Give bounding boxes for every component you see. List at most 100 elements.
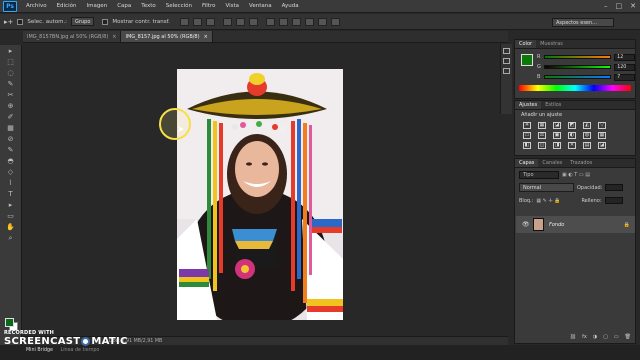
tab-timeline[interactable]: Línea de tiempo: [61, 348, 100, 353]
align-left-icon[interactable]: [222, 17, 232, 26]
tab-muestras[interactable]: Muestras: [536, 40, 567, 48]
document-image[interactable]: [177, 69, 343, 320]
distribute-top-icon[interactable]: [265, 17, 275, 26]
history-brush-tool-icon[interactable]: ✎: [4, 146, 18, 155]
menu-seleccion[interactable]: Selección: [161, 3, 197, 9]
selective-color-icon[interactable]: ✕: [568, 142, 576, 149]
new-layer-icon[interactable]: ▭: [614, 334, 619, 342]
distribute-middle-icon[interactable]: [278, 17, 288, 26]
hue-saturation-icon[interactable]: ▭: [523, 132, 531, 139]
move-tool-icon[interactable]: ▸+: [4, 18, 13, 26]
tab-close-icon[interactable]: ×: [112, 34, 116, 40]
marquee-tool-icon[interactable]: ⬚: [4, 58, 18, 67]
healing-tool-icon[interactable]: ✐: [4, 113, 18, 122]
color-balance-icon[interactable]: ⚖: [538, 132, 546, 139]
auto-select-checkbox[interactable]: [17, 18, 24, 25]
posterize-icon[interactable]: ◫: [538, 142, 546, 149]
dodge-tool-icon[interactable]: ⌇: [4, 179, 18, 188]
workspace-dropdown[interactable]: Aspectos esen...: [552, 18, 614, 27]
crop-tool-icon[interactable]: ✂: [4, 91, 18, 100]
shape-tool-icon[interactable]: ▭: [4, 212, 18, 221]
threshold-icon[interactable]: ◨: [553, 142, 561, 149]
color-lookup-icon[interactable]: ▦: [598, 132, 606, 139]
character-icon[interactable]: [503, 68, 510, 74]
adjustment-layer-icon[interactable]: ◑: [593, 334, 597, 342]
channel-mixer-icon[interactable]: ◍: [583, 132, 591, 139]
filter-type-dropdown[interactable]: Tipo: [519, 171, 559, 179]
zoom-tool-icon[interactable]: ⌕: [4, 234, 18, 243]
align-center-icon[interactable]: [235, 17, 245, 26]
tab-canales[interactable]: Canales: [538, 159, 566, 167]
tab-capas[interactable]: Capas: [515, 159, 539, 167]
align-middle-icon[interactable]: [192, 17, 202, 26]
type-tool-icon[interactable]: T: [4, 190, 18, 199]
align-top-icon[interactable]: [179, 17, 189, 26]
quick-select-tool-icon[interactable]: ✎: [4, 80, 18, 89]
exposure-icon[interactable]: ◩: [568, 122, 576, 129]
blue-value[interactable]: 7: [614, 73, 635, 81]
gradient-tool-icon[interactable]: ◇: [4, 168, 18, 177]
new-group-icon[interactable]: ▢: [603, 334, 608, 342]
align-right-icon[interactable]: [248, 17, 258, 26]
brush-tool-icon[interactable]: ▦: [4, 124, 18, 133]
gradient-map-icon[interactable]: ▽: [598, 122, 606, 129]
auto-select-dropdown[interactable]: Grupo: [71, 17, 95, 26]
tab-estilos[interactable]: Estilos: [541, 101, 565, 109]
green-slider[interactable]: [543, 65, 612, 69]
menu-capa[interactable]: Capa: [112, 3, 136, 9]
red-slider[interactable]: [543, 55, 612, 59]
filter-icons[interactable]: ▣ ◐ T ▭ ▤: [562, 172, 590, 178]
fg-bg-swatches[interactable]: [521, 54, 533, 66]
layer-row-fondo[interactable]: 👁 Fondo 🔒: [516, 216, 635, 233]
vibrance-icon[interactable]: ◭: [583, 122, 591, 129]
link-layers-icon[interactable]: ⛓: [570, 334, 576, 342]
photo-filter-icon[interactable]: ◐: [568, 132, 576, 139]
tab-ajustes[interactable]: Ajustes: [515, 101, 542, 109]
eraser-tool-icon[interactable]: ◓: [4, 157, 18, 166]
menu-edicion[interactable]: Edición: [52, 3, 82, 9]
distribute-center-icon[interactable]: [317, 17, 327, 26]
curves-icon[interactable]: ◪: [553, 122, 561, 129]
opacity-field[interactable]: [605, 184, 624, 191]
clone-stamp-tool-icon[interactable]: ⊘: [4, 135, 18, 144]
levels-icon[interactable]: ▦: [538, 122, 546, 129]
tab-mini-bridge[interactable]: Mini Bridge: [26, 348, 53, 353]
distribute-bottom-icon[interactable]: [291, 17, 301, 26]
menu-ayuda[interactable]: Ayuda: [277, 3, 304, 9]
fill-field[interactable]: [604, 197, 623, 204]
red-value[interactable]: 12: [614, 53, 635, 61]
blend-mode-dropdown[interactable]: Normal: [519, 183, 574, 192]
shadows-icon[interactable]: ◪: [598, 142, 606, 149]
lasso-tool-icon[interactable]: ◌: [4, 69, 18, 78]
hand-tool-icon[interactable]: ✋: [4, 223, 18, 232]
color-spectrum[interactable]: [519, 85, 631, 91]
distribute-left-icon[interactable]: [304, 17, 314, 26]
tab-img-8157bn[interactable]: IMG_8157BN.jpg al 50% (RGB/8) ×: [23, 31, 122, 42]
menu-archivo[interactable]: Archivo: [21, 3, 52, 9]
transform-controls-checkbox[interactable]: [102, 18, 109, 25]
foreground-color-swatch[interactable]: [5, 318, 14, 327]
gradient-map-2-icon[interactable]: ▤: [583, 142, 591, 149]
tab-img-8157[interactable]: IMG_8157.jpg al 50% (RGB/8) ×: [121, 31, 213, 42]
visibility-eye-icon[interactable]: 👁: [522, 221, 530, 228]
move-tool-icon[interactable]: ▸: [4, 47, 18, 56]
path-select-tool-icon[interactable]: ▸: [4, 201, 18, 210]
brightness-icon[interactable]: ☀: [523, 122, 531, 129]
menu-imagen[interactable]: Imagen: [81, 3, 112, 9]
menu-texto[interactable]: Texto: [136, 3, 161, 9]
align-bottom-icon[interactable]: [205, 17, 215, 26]
tab-close-icon[interactable]: ×: [204, 34, 208, 40]
distribute-right-icon[interactable]: [330, 17, 340, 26]
canvas-area[interactable]: [23, 44, 508, 336]
delete-layer-icon[interactable]: 🗑: [625, 334, 631, 342]
blue-slider[interactable]: [543, 75, 612, 79]
maximize-button[interactable]: □: [616, 2, 623, 10]
close-button[interactable]: ✕: [630, 2, 636, 10]
minimize-button[interactable]: –: [604, 2, 608, 10]
lock-icons[interactable]: ▦ ✎ ✛ 🔒: [536, 198, 560, 204]
invert-icon[interactable]: ◧: [523, 142, 531, 149]
green-value[interactable]: 120: [614, 63, 635, 71]
black-white-icon[interactable]: ▣: [553, 132, 561, 139]
tab-trazados[interactable]: Trazados: [566, 159, 596, 167]
eyedropper-tool-icon[interactable]: ⊕: [4, 102, 18, 111]
